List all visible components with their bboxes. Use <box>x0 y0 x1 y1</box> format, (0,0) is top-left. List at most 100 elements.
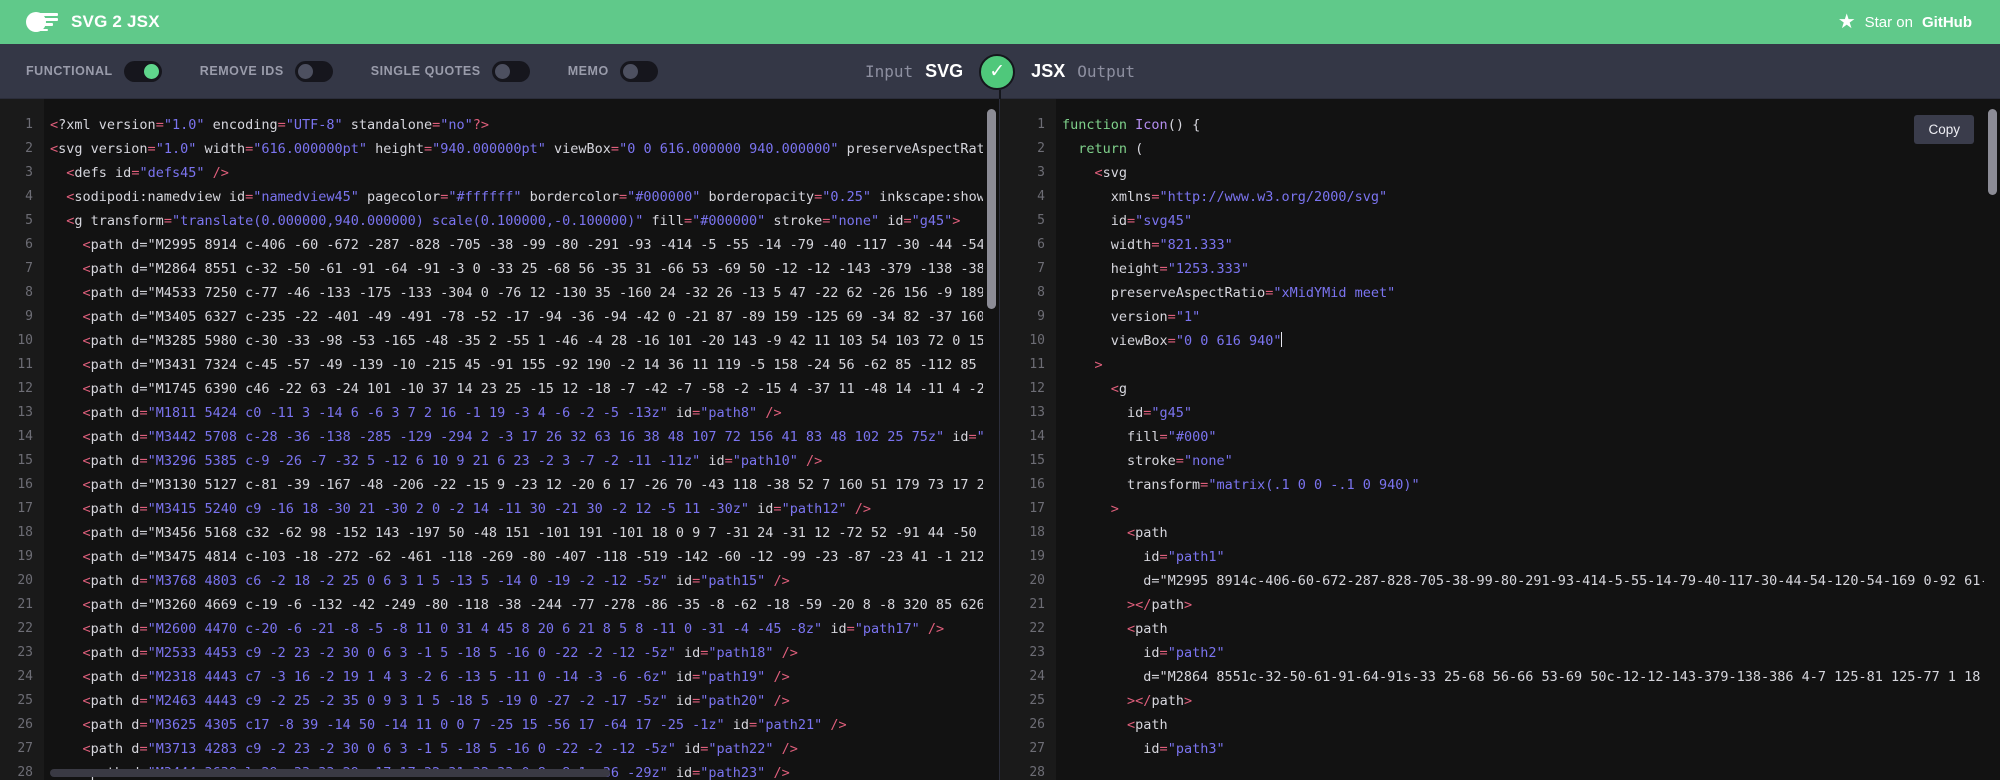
line-number: 15 <box>17 453 33 468</box>
input-line-numbers: 1 2 3 4 5 6 7 8 9 10 11 12 13 14 15 16 17 18 19 20 21 22 23 24 2… <box>0 99 44 780</box>
line-number: 24 <box>17 669 33 684</box>
code-line: <?xml version="1.0" encoding="UTF-8" sta… <box>50 117 489 133</box>
option-remove-ids[interactable]: REMOVE IDS <box>199 60 333 82</box>
input-vertical-scrollbar[interactable] <box>987 109 996 309</box>
code-line: <path d="M3475 4814 c-103 -18 -272 -62 -… <box>82 549 983 565</box>
svg-input-pane[interactable]: 1 2 3 4 5 6 7 8 9 10 11 12 13 14 15 16 17 18 19 20 21 22 23 24 2… <box>0 99 1000 780</box>
output-label: Output <box>1077 62 1136 81</box>
line-number: 8 <box>1037 285 1045 300</box>
line-number: 28 <box>1029 765 1045 780</box>
code-line: > <box>1110 501 1119 517</box>
line-number: 19 <box>17 549 33 564</box>
toggle-knob <box>143 63 159 79</box>
code-line: d="M2995 8914c-406-60-672-287-828-705-38… <box>1062 573 1984 589</box>
toggle-memo[interactable] <box>619 60 658 82</box>
line-number: 17 <box>1029 501 1045 516</box>
star-on-github-prefix: Star on <box>1864 13 1913 31</box>
code-line: d="M2864 8551c-32-50-61-91-64-91s-33 25-… <box>1062 669 1984 685</box>
output-code-area[interactable]: function Icon() { return ( <svg xmlns="h… <box>1062 99 1984 780</box>
line-number: 16 <box>1029 477 1045 492</box>
input-code-area[interactable]: <?xml version="1.0" encoding="UTF-8" sta… <box>50 99 983 780</box>
line-number: 21 <box>17 597 33 612</box>
code-line: fill="#000" <box>1062 429 1217 445</box>
line-number: 25 <box>1029 693 1045 708</box>
input-format: SVG <box>925 61 964 81</box>
code-line: <path d="M1811 5424 c0 -11 3 -14 6 -6 3 … <box>82 405 782 421</box>
code-line: <path d="M2463 4443 c9 -2 25 -2 35 0 9 3… <box>82 693 790 709</box>
line-number: 11 <box>1029 357 1045 372</box>
code-line: <path d="M2995 8914 c-406 -60 -672 -287 … <box>82 237 983 253</box>
input-label: Input <box>864 62 914 81</box>
code-line: <path d="M2318 4443 c7 -3 16 -2 19 1 4 3… <box>82 669 790 685</box>
copy-button[interactable]: Copy <box>1914 115 1974 144</box>
option-memo-label: MEMO <box>567 64 609 78</box>
code-line: <path d="M3431 7324 c-45 -57 -49 -139 -1… <box>82 357 983 373</box>
code-line: <path d="M2533 4453 c9 -2 23 -2 30 0 6 3… <box>82 645 798 661</box>
output-vertical-scrollbar[interactable] <box>1988 109 1997 195</box>
line-number: 26 <box>1029 717 1045 732</box>
code-line: <path d="M3768 4803 c6 -2 18 -2 25 0 6 3… <box>82 573 790 589</box>
code-line: <path d="M1745 6390 c46 -22 63 -24 101 -… <box>82 381 983 397</box>
line-number: 4 <box>25 189 33 204</box>
star-on-github-brand: GitHub <box>1922 13 1972 31</box>
toggle-knob <box>494 63 510 79</box>
check-icon: ✓ <box>979 53 1016 90</box>
line-number: 2 <box>1037 141 1045 156</box>
jsx-output-pane[interactable]: 1 2 3 4 5 6 7 8 9 10 11 12 13 14 15 16 17 18 19 20 21 22 23 24 2… <box>1000 99 2000 780</box>
line-number: 20 <box>17 573 33 588</box>
output-line-numbers: 1 2 3 4 5 6 7 8 9 10 11 12 13 14 15 16 17 18 19 20 21 22 23 24 2… <box>1000 99 1056 780</box>
option-single-quotes[interactable]: SINGLE QUOTES <box>371 60 530 82</box>
brand[interactable]: SVG 2 JSX <box>26 11 160 33</box>
input-horizontal-scrollbar[interactable] <box>50 769 610 777</box>
line-number: 7 <box>25 261 33 276</box>
code-line: <path d="M3130 5127 c-81 -39 -167 -48 -2… <box>82 477 983 493</box>
options-list: FUNCTIONAL REMOVE IDS SINGLE QUOTES MEMO <box>26 60 696 82</box>
line-number: 3 <box>1037 165 1045 180</box>
line-number: 18 <box>1029 525 1045 540</box>
code-line: <path d="M3296 5385 c-9 -26 -7 -32 5 -12… <box>82 453 823 469</box>
option-remove-ids-label: REMOVE IDS <box>199 64 284 78</box>
line-number: 22 <box>17 621 33 636</box>
line-number: 10 <box>1029 333 1045 348</box>
code-line: id="path2" <box>1062 645 1225 661</box>
code-line: id="path3" <box>1062 741 1225 757</box>
options-toolbar: FUNCTIONAL REMOVE IDS SINGLE QUOTES MEMO… <box>0 44 2000 102</box>
line-number: 5 <box>25 213 33 228</box>
code-line: <defs id="defs45" /> <box>66 165 229 181</box>
line-number: 11 <box>17 357 33 372</box>
option-functional[interactable]: FUNCTIONAL <box>26 60 162 82</box>
toggle-single-quotes[interactable] <box>491 60 530 82</box>
line-number: 17 <box>17 501 33 516</box>
line-number: 21 <box>1029 597 1045 612</box>
code-line: version="1" <box>1062 309 1201 325</box>
line-number: 25 <box>17 693 33 708</box>
line-number: 8 <box>25 285 33 300</box>
code-line: function Icon() { <box>1062 117 1201 133</box>
line-number: 9 <box>1037 309 1045 324</box>
toggle-remove-ids[interactable] <box>294 60 333 82</box>
line-number: 18 <box>17 525 33 540</box>
star-on-github-link[interactable]: ★ Star on GitHub <box>1838 12 1972 32</box>
code-line: height="1253.333" <box>1062 261 1249 277</box>
line-number: 23 <box>1029 645 1045 660</box>
option-memo[interactable]: MEMO <box>567 60 658 82</box>
line-number: 14 <box>17 429 33 444</box>
code-line: <path d="M3415 5240 c9 -16 18 -30 21 -30… <box>82 501 871 517</box>
code-line: id="path1" <box>1062 549 1225 565</box>
line-number: 9 <box>25 309 33 324</box>
line-number: 3 <box>25 165 33 180</box>
output-format: JSX <box>1031 61 1066 81</box>
code-line: id="g45" <box>1062 405 1193 421</box>
toggle-functional[interactable] <box>123 60 162 82</box>
code-line: <path d="M4533 7250 c-77 -46 -133 -175 -… <box>82 285 983 301</box>
code-line: <svg <box>1094 165 1128 181</box>
code-line: <path d="M3260 4669 c-19 -6 -132 -42 -24… <box>82 597 983 613</box>
line-number: 19 <box>1029 549 1045 564</box>
code-line: <path <box>1127 525 1168 541</box>
svg2jsx-logo-icon <box>26 11 58 33</box>
toggle-knob <box>622 63 638 79</box>
code-line: <g <box>1110 381 1128 397</box>
line-number: 27 <box>17 741 33 756</box>
line-number: 12 <box>1029 381 1045 396</box>
line-number: 1 <box>25 117 33 132</box>
